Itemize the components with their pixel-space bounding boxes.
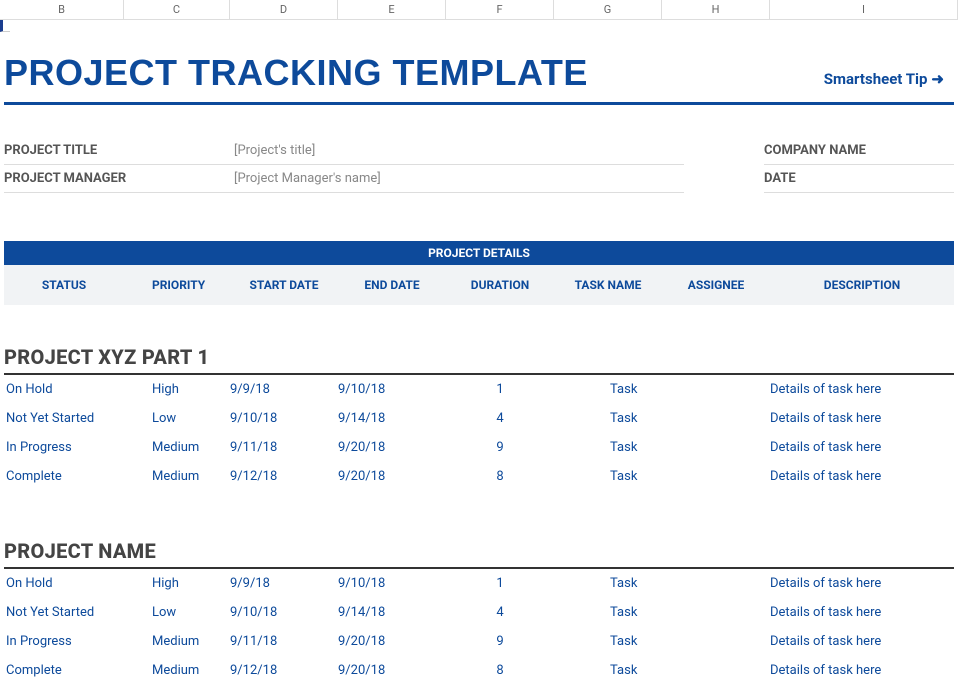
cell-task-name[interactable]: Task <box>554 663 662 678</box>
cell-start-date[interactable]: 9/11/18 <box>230 634 338 649</box>
cell-description[interactable]: Details of task here <box>770 576 954 591</box>
cell-end-date[interactable]: 9/20/18 <box>338 440 446 455</box>
table-row[interactable]: CompleteMedium9/12/189/20/188Task Details… <box>4 656 954 685</box>
cell-status[interactable]: On Hold <box>4 576 124 591</box>
header-description: DESCRIPTION <box>770 278 954 292</box>
project-manager-label: PROJECT MANAGER <box>4 165 234 193</box>
cell-end-date[interactable]: 9/14/18 <box>338 605 446 620</box>
column-header-row: B C D E F G H I <box>0 0 958 20</box>
arrow-right-icon: ➜ <box>931 70 944 88</box>
column-header[interactable]: C <box>124 0 230 19</box>
cell-task-name[interactable]: Task <box>554 576 662 591</box>
project-title-field[interactable]: [Project's title] <box>234 137 684 165</box>
cell-duration[interactable]: 4 <box>446 605 554 620</box>
tip-label: Smartsheet Tip <box>824 70 928 88</box>
cell-duration[interactable]: 9 <box>446 634 554 649</box>
company-name-label: COMPANY NAME <box>764 137 954 165</box>
header-priority: PRIORITY <box>124 278 230 292</box>
cell-task-name[interactable]: Task <box>554 411 662 426</box>
cell-status[interactable]: In Progress <box>4 634 124 649</box>
section-title: PROJECT NAME <box>4 539 954 569</box>
header-end-date: END DATE <box>338 278 446 292</box>
column-header[interactable]: I <box>770 0 958 19</box>
cell-status[interactable]: Not Yet Started <box>4 411 124 426</box>
cell-duration[interactable]: 8 <box>446 469 554 484</box>
cell-end-date[interactable]: 9/10/18 <box>338 576 446 591</box>
cell-task-name[interactable]: Task <box>554 440 662 455</box>
column-header[interactable]: G <box>554 0 662 19</box>
cell-end-date[interactable]: 9/20/18 <box>338 469 446 484</box>
column-header[interactable]: E <box>338 0 446 19</box>
table-row[interactable]: On HoldHigh9/9/189/10/181Task Details of … <box>4 375 954 404</box>
cell-status[interactable]: Complete <box>4 469 124 484</box>
project-manager-field[interactable]: [Project Manager's name] <box>234 165 684 193</box>
cell-priority[interactable]: High <box>124 382 230 397</box>
cell-description[interactable]: Details of task here <box>770 634 954 649</box>
cell-status[interactable]: In Progress <box>4 440 124 455</box>
cell-priority[interactable]: Medium <box>124 634 230 649</box>
cell-task-name[interactable]: Task <box>554 634 662 649</box>
cell-start-date[interactable]: 9/9/18 <box>230 382 338 397</box>
title-row: PROJECT TRACKING TEMPLATE Smartsheet Tip… <box>4 32 954 105</box>
table-row[interactable]: Not Yet StartedLow9/10/189/14/184Task Det… <box>4 598 954 627</box>
cell-start-date[interactable]: 9/11/18 <box>230 440 338 455</box>
page-title: PROJECT TRACKING TEMPLATE <box>4 52 588 94</box>
cell-task-name[interactable]: Task <box>554 605 662 620</box>
cell-description[interactable]: Details of task here <box>770 469 954 484</box>
header-task-name: TASK NAME <box>554 278 662 292</box>
cell-end-date[interactable]: 9/14/18 <box>338 411 446 426</box>
column-header[interactable]: D <box>230 0 338 19</box>
cell-end-date[interactable]: 9/20/18 <box>338 634 446 649</box>
cell-duration[interactable]: 4 <box>446 411 554 426</box>
cell-priority[interactable]: Low <box>124 411 230 426</box>
cell-priority[interactable]: Medium <box>124 663 230 678</box>
cell-status[interactable]: On Hold <box>4 382 124 397</box>
project-title-label: PROJECT TITLE <box>4 137 234 165</box>
cell-cursor <box>0 20 10 32</box>
date-label: DATE <box>764 165 954 193</box>
cell-description[interactable]: Details of task here <box>770 440 954 455</box>
cell-start-date[interactable]: 9/10/18 <box>230 411 338 426</box>
cell-duration[interactable]: 1 <box>446 382 554 397</box>
column-header[interactable]: F <box>446 0 554 19</box>
table-row[interactable]: On HoldHigh9/9/189/10/181Task Details of … <box>4 569 954 598</box>
cell-task-name[interactable]: Task <box>554 469 662 484</box>
header-duration: DURATION <box>446 278 554 292</box>
header-assignee: ASSIGNEE <box>662 278 770 292</box>
cell-description[interactable]: Details of task here <box>770 605 954 620</box>
table-row[interactable]: In ProgressMedium9/11/189/20/189Task Deta… <box>4 433 954 462</box>
cell-description[interactable]: Details of task here <box>770 663 954 678</box>
cell-priority[interactable]: Low <box>124 605 230 620</box>
column-header[interactable]: H <box>662 0 770 19</box>
section-title: PROJECT XYZ PART 1 <box>4 345 954 375</box>
cell-start-date[interactable]: 9/12/18 <box>230 663 338 678</box>
cell-priority[interactable]: Medium <box>124 469 230 484</box>
cell-priority[interactable]: High <box>124 576 230 591</box>
table-row[interactable]: In ProgressMedium9/11/189/20/189Task Deta… <box>4 627 954 656</box>
cell-duration[interactable]: 8 <box>446 663 554 678</box>
cell-start-date[interactable]: 9/10/18 <box>230 605 338 620</box>
header-start-date: START DATE <box>230 278 338 292</box>
cell-status[interactable]: Complete <box>4 663 124 678</box>
smartsheet-tip-link[interactable]: Smartsheet Tip ➜ <box>824 70 944 88</box>
cell-duration[interactable]: 9 <box>446 440 554 455</box>
cell-duration[interactable]: 1 <box>446 576 554 591</box>
cell-description[interactable]: Details of task here <box>770 382 954 397</box>
cell-end-date[interactable]: 9/10/18 <box>338 382 446 397</box>
column-header[interactable]: B <box>0 0 124 19</box>
cell-end-date[interactable]: 9/20/18 <box>338 663 446 678</box>
cell-task-name[interactable]: Task <box>554 382 662 397</box>
details-header-row: STATUS PRIORITY START DATE END DATE DURA… <box>4 265 954 305</box>
table-row[interactable]: Not Yet StartedLow9/10/189/14/184Task Det… <box>4 404 954 433</box>
header-status: STATUS <box>4 278 124 292</box>
project-details-banner: PROJECT DETAILS <box>4 241 954 265</box>
cell-description[interactable]: Details of task here <box>770 411 954 426</box>
cell-start-date[interactable]: 9/12/18 <box>230 469 338 484</box>
cell-start-date[interactable]: 9/9/18 <box>230 576 338 591</box>
meta-block: PROJECT TITLE [Project's title] COMPANY … <box>4 137 954 193</box>
cell-status[interactable]: Not Yet Started <box>4 605 124 620</box>
cell-priority[interactable]: Medium <box>124 440 230 455</box>
table-row[interactable]: CompleteMedium9/12/189/20/188Task Details… <box>4 462 954 491</box>
